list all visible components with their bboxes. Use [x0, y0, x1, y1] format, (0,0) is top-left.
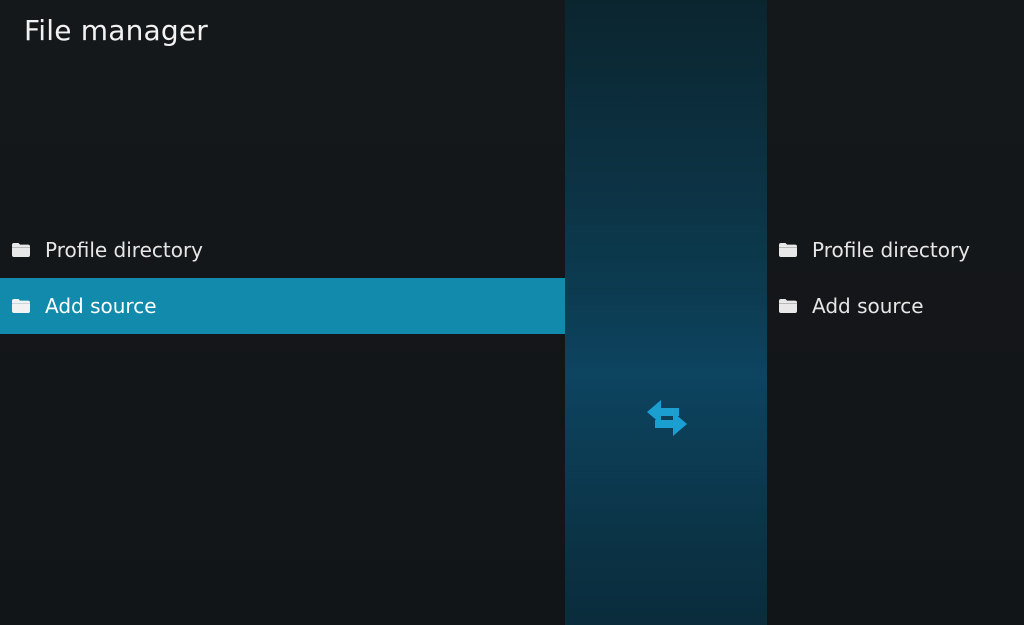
left-file-pane: Profile directory Add source [0, 0, 565, 625]
left-item-add-source[interactable]: Add source [0, 278, 565, 334]
list-item-label: Profile directory [45, 238, 204, 262]
folder-icon [12, 243, 30, 257]
folder-icon [779, 299, 797, 313]
folder-icon [12, 299, 30, 313]
folder-icon [779, 243, 797, 257]
right-item-add-source[interactable]: Add source [767, 278, 1024, 334]
left-item-profile-directory[interactable]: Profile directory [0, 222, 565, 278]
right-file-list: Profile directory Add source [767, 222, 1024, 334]
list-item-label: Add source [45, 294, 157, 318]
swap-arrows-icon[interactable] [643, 396, 691, 440]
file-manager-window: File manager Profile directory Add sourc… [0, 0, 1024, 625]
left-file-list: Profile directory Add source [0, 222, 565, 334]
list-item-label: Add source [812, 294, 924, 318]
right-file-pane: Profile directory Add source [767, 0, 1024, 625]
list-item-label: Profile directory [812, 238, 971, 262]
right-item-profile-directory[interactable]: Profile directory [767, 222, 1024, 278]
pane-divider [565, 0, 767, 625]
